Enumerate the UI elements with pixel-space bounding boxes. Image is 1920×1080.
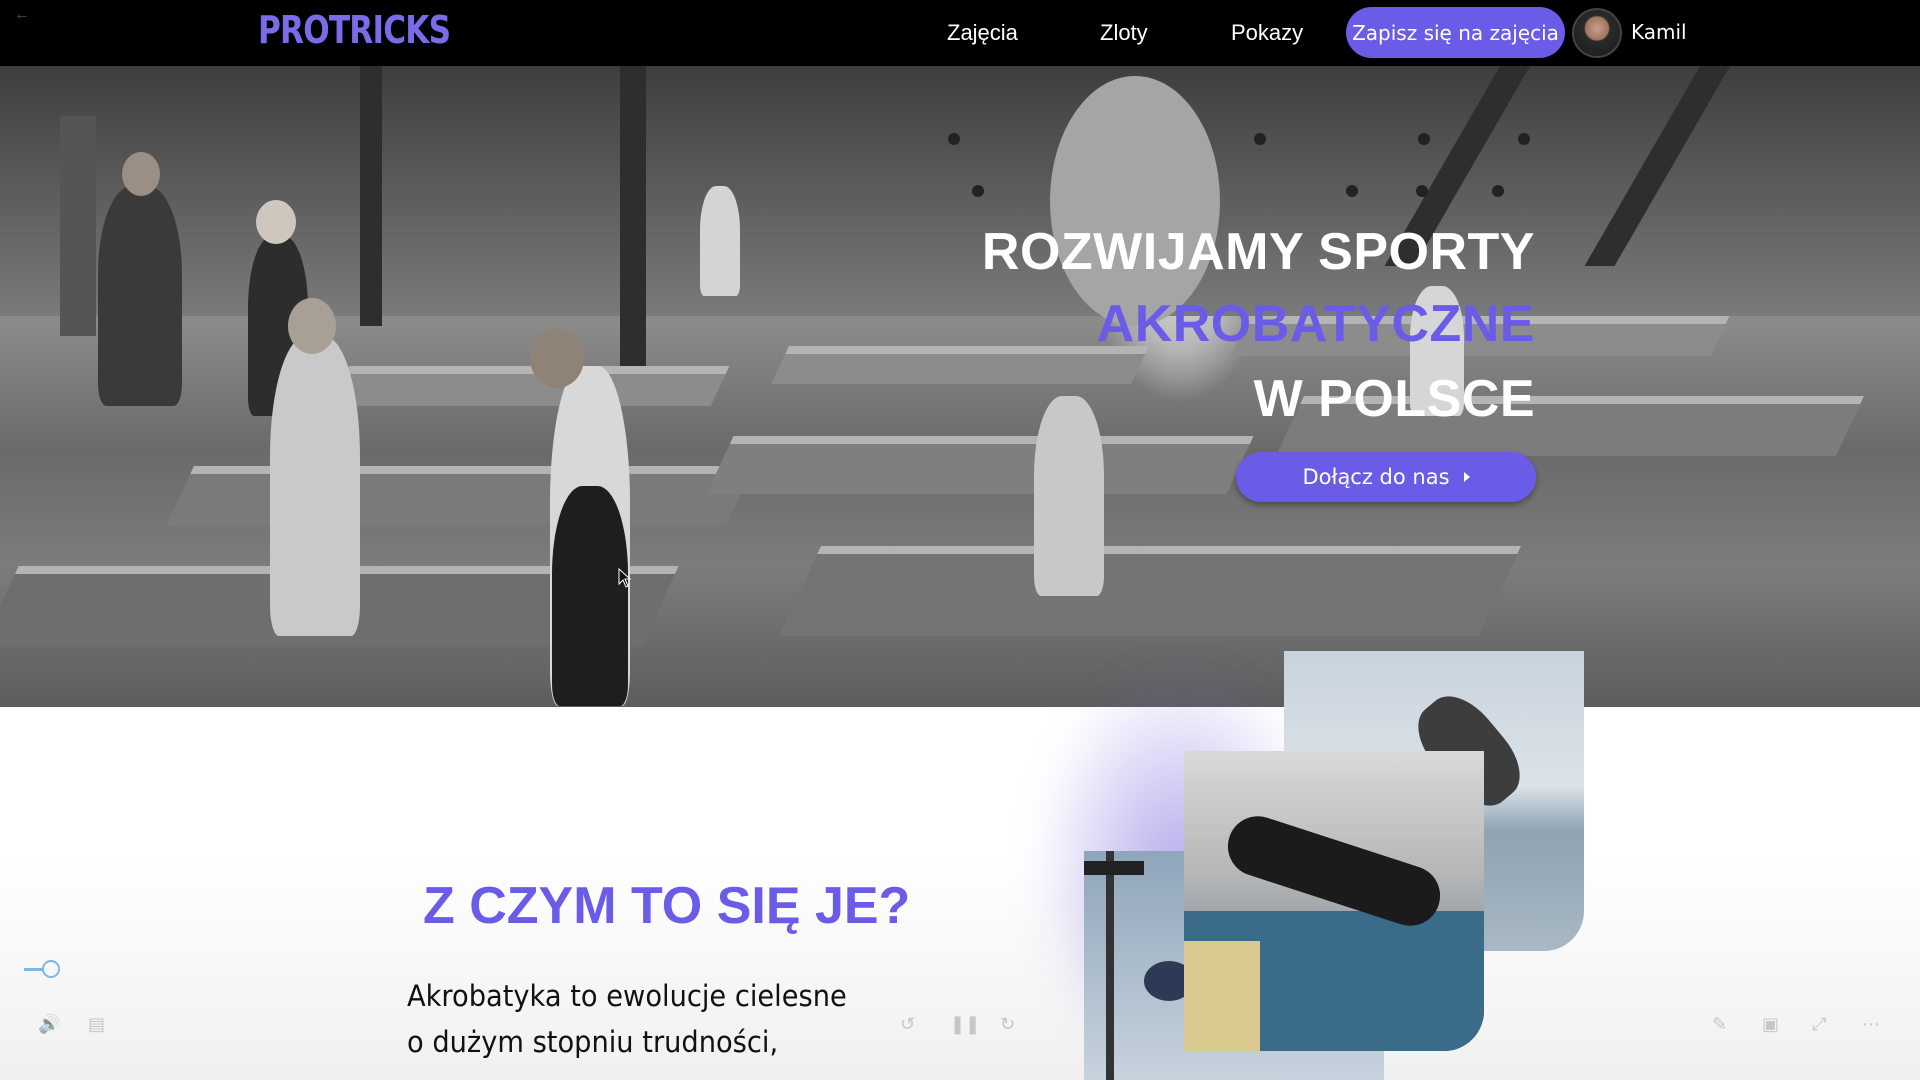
more-icon[interactable]: ⋯	[1862, 1014, 1880, 1035]
captions-icon[interactable]: ▤	[88, 1014, 105, 1035]
person-head	[530, 328, 584, 388]
hero-title-line-2: AKROBATYCZNE	[1096, 295, 1535, 353]
person-head	[288, 298, 336, 354]
wall-hole	[948, 133, 960, 145]
wall-hole	[1416, 185, 1428, 197]
nav-link-zajecia[interactable]: Zajęcia	[947, 20, 1018, 46]
wall-hole	[1492, 185, 1504, 197]
hero-title-line-3: W POLSCE	[1253, 370, 1535, 428]
triangle-right-icon	[1463, 472, 1470, 482]
join-button-label: Dołącz do nas	[1302, 465, 1450, 489]
trampoline-bed	[166, 466, 754, 526]
light-fixture	[1084, 861, 1144, 875]
forward-icon[interactable]: ↻	[1000, 1014, 1015, 1035]
hero-pillar	[620, 66, 646, 366]
hero-pillar	[60, 116, 96, 336]
signup-button[interactable]: Zapisz się na zajęcia	[1346, 7, 1565, 58]
volume-slider-track[interactable]	[24, 968, 44, 971]
volume-icon[interactable]: 🔊	[38, 1014, 60, 1035]
hero-title-line-1: ROZWIJAMY SPORTY	[981, 223, 1535, 281]
user-name[interactable]: Kamil	[1631, 20, 1687, 44]
arrow-left-icon[interactable]: ←	[14, 6, 32, 24]
trampoline-bed	[779, 546, 1521, 636]
person-figure	[1034, 396, 1104, 596]
wall-hole	[1518, 133, 1530, 145]
top-navbar: ← PROTRICKS Zajęcia Zloty Pokazy Zapisz …	[0, 0, 1920, 66]
site-logo[interactable]: PROTRICKS	[258, 8, 451, 52]
hero-pillar	[360, 66, 382, 326]
person-figure	[270, 336, 360, 636]
nav-link-zloty[interactable]: Zloty	[1100, 20, 1148, 46]
nav-link-pokazy[interactable]: Pokazy	[1231, 20, 1303, 46]
wall-hole	[1346, 185, 1358, 197]
person-figure	[98, 186, 182, 406]
light-pole	[1106, 851, 1114, 1080]
hero-video: ROZWIJAMY SPORTY AKROBATYCZNE W POLSCE D…	[0, 66, 1920, 707]
layout-icon[interactable]: ▣	[1762, 1014, 1779, 1035]
section-title: Z CZYM TO SIĘ JE?	[423, 877, 911, 935]
person-figure	[552, 486, 628, 706]
join-button[interactable]: Dołącz do nas	[1236, 452, 1536, 502]
trampoline-bed	[771, 346, 1149, 384]
wall-hole	[972, 185, 984, 197]
person-figure	[700, 186, 740, 296]
mouse-cursor-icon	[618, 568, 632, 588]
pause-icon[interactable]: ❚❚	[950, 1014, 980, 1035]
trampoline-bed	[706, 436, 1254, 494]
foam-block	[1184, 941, 1260, 1051]
photo-gym-jump	[1184, 751, 1484, 1051]
trampoline-bed	[330, 366, 730, 406]
avatar[interactable]	[1572, 8, 1622, 58]
person-head	[122, 152, 160, 196]
person-head	[256, 200, 296, 244]
edit-icon[interactable]: ✎	[1712, 1014, 1727, 1035]
flipping-athlete	[1050, 76, 1220, 326]
paragraph-line: Akrobatyka to ewolucje cielesne	[407, 979, 847, 1013]
volume-slider-knob[interactable]	[42, 960, 60, 978]
fullscreen-exit-icon[interactable]: ⤢	[1812, 1014, 1826, 1035]
wall-hole	[1254, 133, 1266, 145]
paragraph-line: o dużym stopniu trudności,	[407, 1025, 779, 1059]
page: ← PROTRICKS Zajęcia Zloty Pokazy Zapisz …	[0, 0, 1920, 1080]
wall-hole	[1418, 133, 1430, 145]
rewind-icon[interactable]: ↺	[900, 1014, 915, 1035]
